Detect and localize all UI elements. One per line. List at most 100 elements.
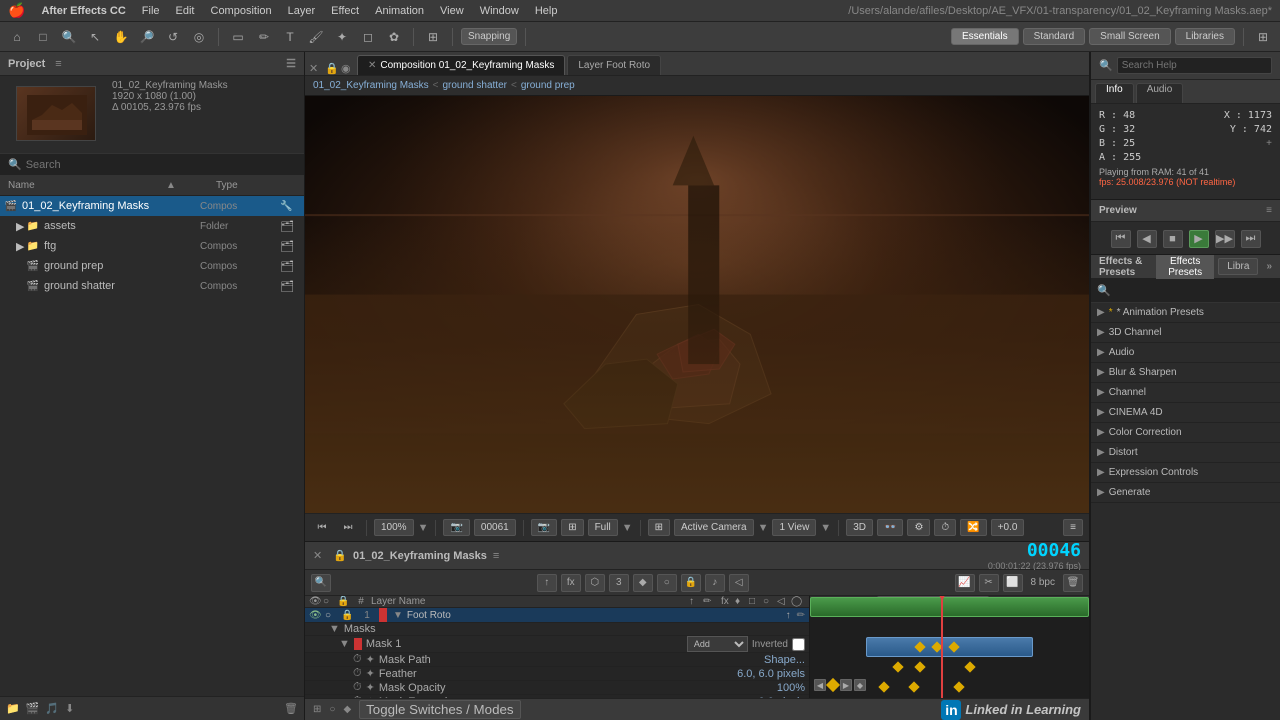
grid-btn[interactable]: ⊞ — [561, 519, 583, 536]
home-icon[interactable]: ⌂ — [6, 26, 28, 48]
masks-group[interactable]: ▼ Masks — [305, 623, 809, 636]
tl-shy-btn[interactable]: ♪ — [705, 574, 725, 592]
snapping-button[interactable]: Snapping — [461, 28, 517, 45]
kf-path-2[interactable] — [914, 661, 925, 672]
clone-icon[interactable]: ✦ — [331, 26, 353, 48]
select-icon[interactable]: ↖ — [84, 26, 106, 48]
menu-effect[interactable]: Effect — [331, 5, 359, 17]
puppet-icon[interactable]: ✿ — [383, 26, 405, 48]
mask-1-mode-dropdown[interactable]: Add Subtract Intersect None — [687, 636, 748, 652]
workspace-essentials[interactable]: Essentials — [951, 28, 1019, 45]
kf-feather-3[interactable] — [953, 681, 964, 692]
mask-feather-bezier[interactable]: ✦ — [366, 667, 375, 680]
tl-masks-btn[interactable]: ⬡ — [585, 574, 605, 592]
kf-nav-current[interactable] — [826, 678, 840, 692]
effect-cat-distort[interactable]: ▶ Distort — [1091, 443, 1280, 463]
lock-timeline-icon[interactable]: 🔒 — [333, 549, 347, 562]
mask-feather-stopwatch[interactable]: ⏱ — [353, 667, 362, 680]
playhead[interactable]: ▼ — [941, 597, 943, 698]
tl-comp-btn[interactable]: ⬜ — [1003, 574, 1023, 592]
mask-feather-value[interactable]: 6.0, 6.0 pixels — [737, 668, 805, 680]
delete-item-icon[interactable]: 🗑 — [284, 702, 298, 715]
project-item-main-comp[interactable]: 🎬 01_02_Keyframing Masks Compos 🔧 — [0, 196, 304, 216]
expand-panels-icon[interactable]: ⊞ — [1252, 26, 1274, 48]
offset-label[interactable]: +0.0 — [991, 519, 1025, 536]
prev-next-frame[interactable]: ▶▶ — [1215, 230, 1235, 248]
new-item-icon[interactable]: 🎵 — [45, 702, 59, 715]
tl-3d-btn[interactable]: 3 — [609, 574, 629, 592]
kf-nav-add[interactable]: ◆ — [854, 679, 866, 691]
solo-comp-icon[interactable]: ◉ — [341, 62, 355, 75]
tl-bottom-icon-1[interactable]: ⊞ — [313, 704, 321, 715]
tl-trash-btn[interactable]: 🗑 — [1063, 574, 1083, 592]
tl-props-btn[interactable]: fx — [561, 574, 581, 592]
zoom-icon[interactable]: 🔎 — [136, 26, 158, 48]
layer-1-parent-ctrl[interactable]: ↑ — [786, 610, 791, 621]
new-comp-bottom-icon[interactable]: 🎬 — [26, 702, 40, 715]
mask-opacity-bezier[interactable]: ✦ — [366, 681, 375, 694]
project-panel-menu[interactable]: ☰ — [286, 57, 296, 70]
3d-btn[interactable]: 3D — [846, 519, 873, 536]
effect-cat-cinema4d[interactable]: ▶ CINEMA 4D — [1091, 403, 1280, 423]
breadcrumb-2[interactable]: ground shatter — [442, 80, 507, 91]
menu-view[interactable]: View — [440, 5, 464, 17]
menu-layer[interactable]: Layer — [288, 5, 316, 17]
mask-1-inverted-check[interactable] — [792, 638, 805, 651]
effect-cat-generate[interactable]: ▶ Generate — [1091, 483, 1280, 503]
rotate-icon[interactable]: ↺ — [162, 26, 184, 48]
frame-number[interactable]: 00061 — [474, 519, 516, 536]
menu-help[interactable]: Help — [535, 5, 558, 17]
flow-btn[interactable]: 🔀 — [960, 519, 986, 536]
project-search-input[interactable] — [26, 159, 296, 171]
motion-blur-btn[interactable]: ⏱ — [934, 519, 956, 536]
mask-rect-icon[interactable]: ▭ — [227, 26, 249, 48]
effects-presets-tab[interactable]: Effects Presets — [1156, 255, 1214, 281]
menu-file[interactable]: File — [142, 5, 160, 17]
effect-cat-color-correction[interactable]: ▶ Color Correction — [1091, 423, 1280, 443]
layer-1[interactable]: 👁 ○ 🔒 1 ▼ Foot Roto ↑ ✏ — [305, 608, 809, 623]
hand-icon[interactable]: ✋ — [110, 26, 132, 48]
comp-prev-frame-icon[interactable]: ⏮ — [311, 517, 333, 539]
menu-window[interactable]: Window — [480, 5, 519, 17]
comp-options-right[interactable]: ≡ — [1063, 519, 1083, 536]
project-item-ground-shatter[interactable]: 🎬 ground shatter Compos 🗂 — [0, 276, 304, 296]
align-icon[interactable]: ⊞ — [422, 26, 444, 48]
project-item-ftg[interactable]: ▶ 📁 ftg Compos 🗂 — [0, 236, 304, 256]
comp-tab-main[interactable]: ✕ Composition 01_02_Keyframing Masks — [357, 55, 565, 75]
prev-prev-frame[interactable]: ◀ — [1137, 230, 1157, 248]
3dglasses-btn[interactable]: 👓 — [877, 519, 903, 536]
camera-dropdown[interactable]: ▼ — [758, 522, 769, 534]
effects-library-tab[interactable]: Libra — [1218, 258, 1258, 275]
breadcrumb-1[interactable]: 01_02_Keyframing Masks — [313, 80, 429, 91]
tl-trim-btn[interactable]: ✂ — [979, 574, 999, 592]
kf-nav-prev[interactable]: ◀ — [814, 679, 826, 691]
mask-opacity-value[interactable]: 100% — [777, 682, 805, 694]
project-item-ground-prep[interactable]: 🎬 ground prep Compos 🗂 — [0, 256, 304, 276]
new-folder-icon[interactable]: 📁 — [6, 702, 20, 715]
layer-1-edit[interactable]: ✏ — [797, 610, 805, 621]
effect-cat-expression-controls[interactable]: ▶ Expression Controls — [1091, 463, 1280, 483]
kf-feather-1[interactable] — [878, 681, 889, 692]
comp-next-frame-icon[interactable]: ⏭ — [337, 517, 359, 539]
tl-lock-btn[interactable]: 🔒 — [681, 574, 701, 592]
tl-graph-btn[interactable]: 📈 — [955, 574, 975, 592]
layer-1-bar[interactable] — [810, 597, 1089, 617]
timeline-menu-icon[interactable]: ≡ — [493, 550, 499, 562]
tl-markers-btn[interactable]: ◆ — [633, 574, 653, 592]
quality-dropdown[interactable]: ▼ — [622, 522, 633, 534]
toggle-switches-btn[interactable]: Toggle Switches / Modes — [359, 700, 520, 719]
prev-first-frame[interactable]: ⏮ — [1111, 230, 1131, 248]
search-help-input[interactable] — [1117, 57, 1272, 74]
zoom-dropdown-icon[interactable]: ▼ — [418, 522, 429, 534]
kf-path-3[interactable] — [965, 661, 976, 672]
mask-path-bezier[interactable]: ✦ — [366, 653, 375, 666]
tl-parent-btn[interactable]: ↑ — [537, 574, 557, 592]
close-timeline-icon[interactable]: ✕ — [313, 549, 327, 563]
new-comp-icon[interactable]: □ — [32, 26, 54, 48]
comp-tab-layer[interactable]: Layer Foot Roto — [567, 55, 661, 75]
menu-animation[interactable]: Animation — [375, 5, 424, 17]
prev-stop[interactable]: ■ — [1163, 230, 1183, 248]
apple-menu[interactable]: 🍎 — [8, 2, 25, 19]
view-label[interactable]: 1 View — [772, 519, 816, 536]
layer-1-lock[interactable]: 🔒 — [341, 610, 355, 621]
